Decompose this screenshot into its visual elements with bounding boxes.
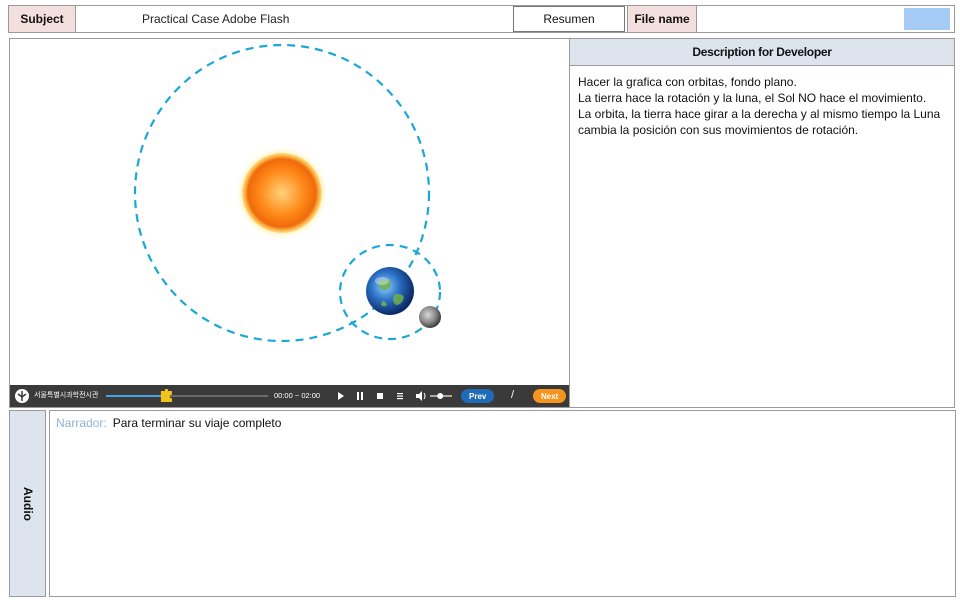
menu-icon[interactable]: [396, 391, 404, 401]
stop-icon[interactable]: [376, 391, 384, 401]
description-line: La tierra hace la rotación y la luna, el…: [578, 91, 927, 105]
pause-icon[interactable]: [356, 391, 364, 401]
museum-logo-text: 서울특별시과학전시관: [34, 392, 99, 399]
description-body: Hacer la grafica con orbitas, fondo plan…: [570, 66, 954, 138]
next-button[interactable]: Next: [533, 389, 567, 403]
player-controls: 서울특별시과학전시관 00:00 ~ 02:00 Prev / Next: [10, 385, 569, 407]
subject-label: Subject: [9, 6, 76, 32]
filename-color-box: [904, 8, 950, 30]
filename-value: [698, 6, 954, 32]
audio-script-box: Narrador: Para terminar su viaje completo: [49, 410, 956, 597]
audio-tab: Audio: [9, 410, 46, 597]
progress-fill: [106, 395, 166, 397]
nav-separator: /: [511, 389, 515, 401]
prev-button[interactable]: Prev: [461, 389, 495, 403]
description-line: Hacer la grafica con orbitas, fondo plan…: [578, 75, 797, 89]
resumen-button[interactable]: Resumen: [513, 6, 625, 32]
earth: [366, 267, 414, 315]
progress-bar[interactable]: [106, 389, 268, 403]
audio-tab-label: Audio: [20, 486, 35, 521]
flash-stage: 서울특별시과학전시관 00:00 ~ 02:00 Prev / Next: [9, 38, 570, 408]
description-line: La orbita, la tierra hace girar a la der…: [578, 107, 941, 137]
sun: [242, 153, 322, 233]
solar-system-illustration: [133, 43, 442, 343]
description-title: Description for Developer: [570, 39, 954, 66]
time-display: 00:00 ~ 02:00: [274, 391, 321, 400]
museum-logo-icon: [15, 389, 29, 403]
narrator-label: Narrador:: [56, 416, 107, 430]
narrator-text: Para terminar su viaje completo: [112, 416, 282, 430]
subject-value: Practical Case Adobe Flash: [142, 12, 290, 26]
header-bar: Subject Practical Case Adobe Flash Resum…: [8, 5, 955, 33]
volume-icon[interactable]: [415, 390, 427, 402]
play-icon[interactable]: [337, 391, 345, 401]
earth-highlight: [375, 277, 389, 285]
volume-slider[interactable]: [430, 392, 452, 400]
moon: [419, 306, 441, 328]
description-panel: Description for Developer Hacer la grafi…: [570, 38, 955, 408]
filename-label: File name: [627, 6, 697, 32]
